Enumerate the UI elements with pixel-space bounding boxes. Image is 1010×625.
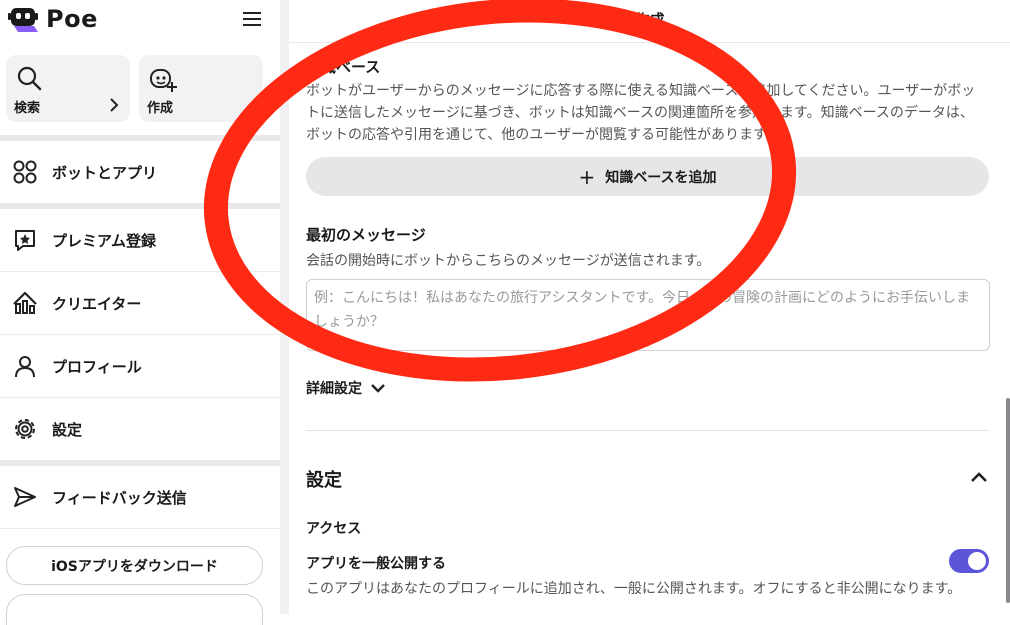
create-label: 作成 bbox=[147, 101, 174, 116]
add-knowledge-base-button[interactable]: + 知識ベースを追加 bbox=[306, 157, 989, 196]
first-message-description: 会話の開始時にボットからこちらのメッセージが送信されます。 bbox=[306, 253, 711, 269]
section-divider bbox=[0, 203, 280, 209]
sidebar-item-label: プレミアム登録 bbox=[52, 231, 156, 250]
sidebar-item-feedback[interactable]: フィードバック送信 bbox=[0, 477, 280, 517]
creator-icon bbox=[13, 291, 37, 314]
sidebar-item-label: ボットとアプリ bbox=[52, 163, 158, 182]
create-form: 知識ベース ボットがユーザーからのメッセージに応答する際に使える知識ベースを追加… bbox=[289, 43, 1010, 614]
sidebar-item-profile[interactable]: プロフィール bbox=[0, 346, 280, 386]
divider bbox=[0, 271, 280, 272]
poe-logo-icon bbox=[8, 8, 38, 32]
knowledge-base-heading: 知識ベース bbox=[306, 58, 381, 76]
profile-icon bbox=[15, 356, 35, 378]
divider bbox=[0, 528, 280, 529]
app-name: Poe bbox=[46, 5, 98, 33]
extra-sidebar-button[interactable] bbox=[6, 594, 263, 625]
section-divider bbox=[306, 430, 989, 431]
sidebar-item-premium[interactable]: プレミアム登録 bbox=[0, 220, 280, 260]
search-label: 検索 bbox=[14, 101, 41, 116]
sidebar-item-settings[interactable]: 設定 bbox=[0, 409, 280, 449]
send-icon bbox=[14, 487, 36, 507]
gear-icon bbox=[15, 419, 35, 439]
public-toggle-description: このアプリはあなたのプロフィールに追加され、一般に公開されます。オフにすると非公… bbox=[306, 581, 962, 597]
page-title: 作成 bbox=[634, 11, 665, 29]
create-bot-icon bbox=[150, 69, 177, 92]
settings-heading: 設定 bbox=[306, 470, 342, 491]
sidebar-item-label: フィードバック送信 bbox=[52, 488, 187, 507]
ios-download-button[interactable]: iOSアプリをダウンロード bbox=[6, 546, 263, 585]
search-icon bbox=[17, 66, 42, 91]
sidebar-item-label: クリエイター bbox=[52, 294, 142, 313]
poe-logo[interactable]: Poe bbox=[8, 2, 98, 36]
section-divider bbox=[0, 460, 280, 466]
sidebar-divider[interactable] bbox=[280, 0, 289, 614]
sidebar-item-label: 設定 bbox=[52, 420, 83, 439]
chevron-down-icon bbox=[371, 384, 385, 393]
search-button[interactable]: 検索 bbox=[6, 55, 130, 122]
advanced-settings-label: 詳細設定 bbox=[306, 381, 362, 397]
access-label: アクセス bbox=[306, 521, 362, 537]
section-divider bbox=[0, 135, 280, 141]
first-message-heading: 最初のメッセージ bbox=[306, 226, 426, 244]
knowledge-base-description: ボットがユーザーからのメッセージに応答する際に使える知識ベースを追加してください… bbox=[306, 83, 976, 143]
scrollbar[interactable] bbox=[1006, 398, 1010, 603]
menu-icon[interactable] bbox=[240, 6, 266, 32]
toggle-knob bbox=[968, 552, 986, 570]
sidebar-item-creator[interactable]: クリエイター bbox=[0, 283, 280, 323]
chevron-up-icon[interactable] bbox=[970, 470, 988, 484]
sidebar-item-bots-apps[interactable]: ボットとアプリ bbox=[0, 152, 280, 192]
chevron-right-icon bbox=[110, 98, 119, 112]
page-header: 作成 bbox=[289, 0, 1010, 43]
public-toggle[interactable] bbox=[949, 549, 989, 573]
divider bbox=[0, 334, 280, 335]
plus-icon: + bbox=[578, 164, 596, 189]
advanced-settings-toggle[interactable]: 詳細設定 bbox=[306, 378, 386, 398]
divider bbox=[0, 397, 280, 398]
public-toggle-label: アプリを一般公開する bbox=[306, 556, 446, 572]
sidebar-item-label: プロフィール bbox=[52, 357, 142, 376]
sidebar: Poe 検索 作成 ボットとアプリ プレミアム登録 クリエイター プロフィール … bbox=[0, 0, 280, 625]
premium-icon bbox=[15, 230, 35, 251]
create-button[interactable]: 作成 bbox=[139, 55, 263, 122]
first-message-input[interactable] bbox=[306, 279, 990, 351]
bots-apps-icon bbox=[13, 160, 37, 184]
add-knowledge-base-label: 知識ベースを追加 bbox=[605, 169, 717, 186]
